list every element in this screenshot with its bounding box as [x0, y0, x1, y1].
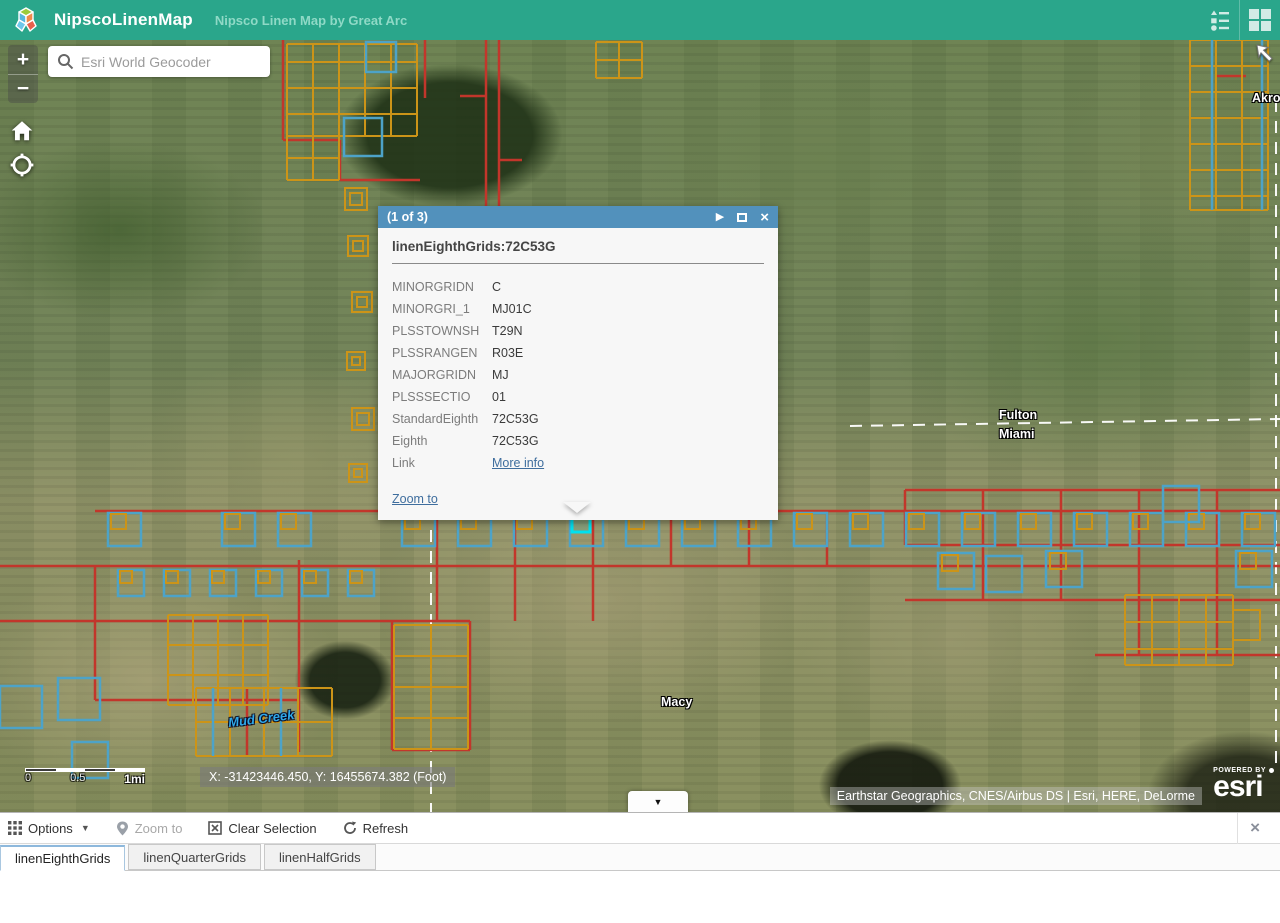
popup-maximize-icon[interactable] — [737, 213, 747, 222]
refresh-icon — [343, 821, 357, 835]
layers-grid-icon — [1248, 8, 1272, 32]
options-grid-icon — [8, 821, 22, 835]
attribute-table-collapse-handle[interactable]: ▼ — [628, 791, 688, 812]
zoom-out-button[interactable]: − — [8, 74, 38, 103]
scalebar-half: 0.5 — [70, 772, 85, 786]
attribute-table-content[interactable] — [0, 871, 1280, 923]
field-value: C — [492, 280, 501, 294]
zoom-control: + − — [8, 45, 38, 103]
layers-widget-button[interactable] — [1240, 0, 1280, 40]
panel-toggle-arrow-icon[interactable] — [1254, 42, 1276, 64]
home-button[interactable] — [9, 118, 35, 144]
popup-pager: (1 of 3) — [387, 210, 428, 224]
county-label-fulton: Fulton — [999, 408, 1037, 422]
app-header: NipscoLinenMap Nipsco Linen Map by Great… — [0, 0, 1280, 40]
field-value: 01 — [492, 390, 506, 404]
field-label: PLSSTOWNSH — [392, 324, 492, 338]
clear-selection-button[interactable]: Clear Selection — [208, 821, 316, 836]
popup-next-icon[interactable]: ▶ — [716, 212, 724, 223]
popup-pointer — [563, 502, 591, 513]
field-value: 72C53G — [492, 434, 539, 448]
popup-close-icon[interactable]: × — [760, 210, 769, 225]
place-label-akron: Akron — [1252, 91, 1280, 105]
attribute-table-toolbar: Options ▼ Zoom to Clear Selection — [0, 813, 1280, 844]
layer-tabs: linenEighthGrids linenQuarterGrids linen… — [0, 844, 1280, 871]
field-label: PLSSSECTIO — [392, 390, 492, 404]
tab-linen-half-grids[interactable]: linenHalfGrids — [264, 844, 376, 870]
esri-wordmark: esri — [1213, 774, 1274, 800]
zoom-to-button[interactable]: Zoom to — [116, 821, 183, 836]
locate-button[interactable] — [9, 152, 35, 178]
legend-icon — [1208, 9, 1230, 31]
place-label-macy: Macy — [661, 695, 692, 709]
chevron-down-icon: ▼ — [654, 797, 663, 807]
field-label: MINORGRI_1 — [392, 302, 492, 316]
geocoder-search — [48, 46, 270, 77]
app-window: NipscoLinenMap Nipsco Linen Map by Great… — [0, 0, 1280, 923]
zoom-in-button[interactable]: + — [8, 45, 38, 74]
map-canvas[interactable]: Akron Fulton Miami Macy Mud Creek + − — [0, 40, 1280, 812]
county-label-miami: Miami — [999, 427, 1034, 441]
map-pin-icon — [116, 821, 129, 836]
scalebar-mile: 1mi — [124, 772, 145, 786]
more-info-link[interactable]: More info — [492, 456, 544, 470]
refresh-button[interactable]: Refresh — [343, 821, 409, 836]
tab-linen-eighth-grids[interactable]: linenEighthGrids — [0, 845, 125, 871]
clear-selection-icon — [208, 821, 222, 835]
field-label: MAJORGRIDN — [392, 368, 492, 382]
app-subtitle: Nipsco Linen Map by Great Arc — [215, 13, 407, 28]
field-value: R03E — [492, 346, 523, 360]
search-input[interactable] — [81, 54, 251, 70]
app-logo-icon — [12, 6, 40, 34]
options-caret-icon: ▼ — [81, 823, 90, 833]
field-value: MJ01C — [492, 302, 532, 316]
attribute-table-panel: Options ▼ Zoom to Clear Selection — [0, 812, 1280, 923]
field-label: Eighth — [392, 434, 492, 448]
field-label: PLSSRANGEN — [392, 346, 492, 360]
field-value: MJ — [492, 368, 509, 382]
app-title: NipscoLinenMap — [54, 10, 193, 30]
field-value: T29N — [492, 324, 523, 338]
feature-popup: (1 of 3) ▶ × linenEighthGrids:72C53G MIN… — [378, 206, 778, 520]
popup-attribute-table: MINORGRIDNC MINORGRI_1MJ01C PLSSTOWNSHT2… — [392, 276, 764, 474]
esri-logo: POWERED BY esri — [1213, 767, 1274, 800]
scalebar: 0 0.5 1mi — [25, 768, 145, 786]
field-label: Link — [392, 456, 492, 470]
field-label: StandardEighth — [392, 412, 492, 426]
field-label: MINORGRIDN — [392, 280, 492, 294]
popup-body: linenEighthGrids:72C53G MINORGRIDNC MINO… — [378, 228, 778, 520]
map-attribution: Earthstar Geographics, CNES/Airbus DS | … — [830, 787, 1202, 805]
tab-linen-quarter-grids[interactable]: linenQuarterGrids — [128, 844, 261, 870]
coordinate-readout: X: -31423446.450, Y: 16455674.382 (Foot) — [200, 767, 455, 787]
panel-close-icon[interactable]: × — [1237, 813, 1272, 844]
field-value: 72C53G — [492, 412, 539, 426]
scalebar-zero: 0 — [25, 772, 31, 786]
legend-widget-button[interactable] — [1199, 0, 1239, 40]
options-button[interactable]: Options ▼ — [8, 821, 90, 836]
search-icon — [57, 53, 74, 70]
popup-zoom-to-link[interactable]: Zoom to — [392, 492, 438, 506]
popup-feature-title: linenEighthGrids:72C53G — [392, 239, 764, 264]
popup-header: (1 of 3) ▶ × — [378, 206, 778, 228]
